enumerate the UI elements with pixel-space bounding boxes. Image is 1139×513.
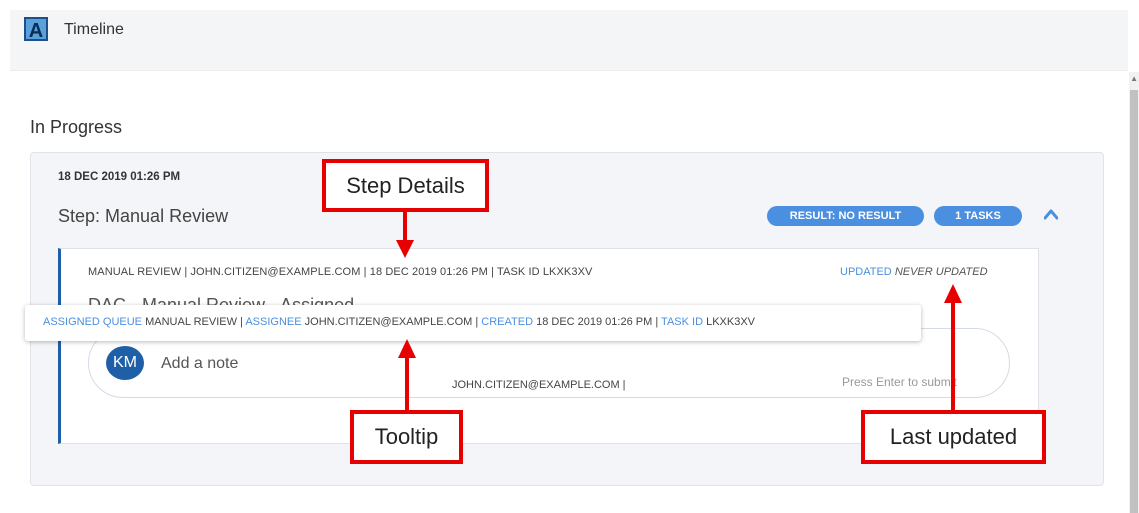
step-details-line: MANUAL REVIEW | JOHN.CITIZEN@EXAMPLE.COM… <box>88 266 593 278</box>
step-date: 18 DEC 2019 01:26 PM <box>58 171 181 183</box>
tooltip-assigned-queue-value: MANUAL REVIEW | <box>145 316 243 328</box>
updated-value: NEVER UPDATED <box>894 266 988 278</box>
app-logo-icon: A <box>24 17 48 42</box>
tooltip-created-label: CREATED <box>481 316 534 328</box>
callout-last-updated: Last updated <box>861 410 1046 464</box>
step-title: Step: Manual Review <box>58 206 229 226</box>
callout-step-details: Step Details <box>322 159 489 212</box>
submit-hint: Press Enter to submit <box>842 375 957 389</box>
scroll-up-arrow-icon[interactable]: ▲ <box>1130 74 1138 83</box>
scrollbar-thumb[interactable] <box>1130 90 1138 513</box>
tooltip-assignee-label: ASSIGNEE <box>245 316 302 328</box>
callout-tooltip: Tooltip <box>350 410 463 464</box>
note-placeholder[interactable]: Add a note <box>161 355 238 373</box>
note-email: JOHN.CITIZEN@EXAMPLE.COM | <box>452 379 626 391</box>
tooltip-task-id-label: TASK ID <box>661 316 704 328</box>
tooltip-created-value: 18 DEC 2019 01:26 PM | <box>536 316 659 328</box>
app-header <box>10 10 1128 71</box>
chevron-up-icon[interactable] <box>1044 207 1058 221</box>
result-badge: RESULT: NO RESULT <box>767 206 924 226</box>
tooltip-text: ASSIGNED QUEUE MANUAL REVIEW | ASSIGNEE … <box>43 316 755 328</box>
tooltip-assignee-value: JOHN.CITIZEN@EXAMPLE.COM | <box>304 316 479 328</box>
section-title: In Progress <box>30 117 123 137</box>
avatar: KM <box>106 346 144 380</box>
tasks-badge[interactable]: 1 TASKS <box>934 206 1022 226</box>
tooltip-assigned-queue-label: ASSIGNED QUEUE <box>43 316 143 328</box>
tooltip-task-id-value: LKXK3XV <box>706 316 756 328</box>
updated-label: UPDATED <box>840 266 892 278</box>
last-updated: UPDATED NEVER UPDATED <box>840 266 988 278</box>
app-title: Timeline <box>64 21 124 38</box>
